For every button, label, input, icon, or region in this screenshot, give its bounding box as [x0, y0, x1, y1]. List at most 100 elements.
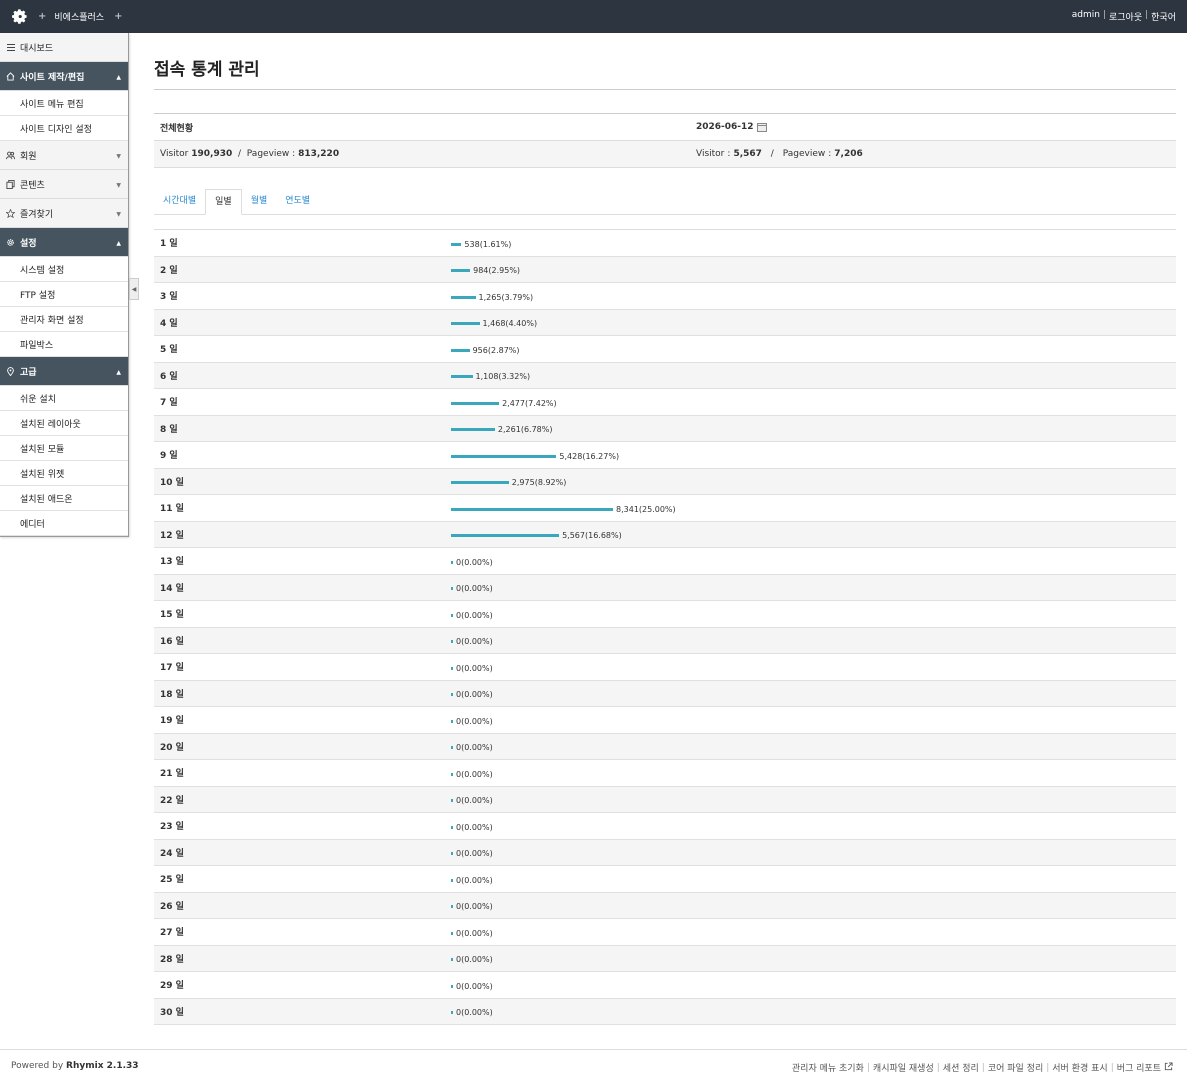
sidebar-sub-admin-settings[interactable]: 관리자 화면 설정 [0, 307, 128, 332]
day-label: 21 일 [160, 769, 184, 780]
site-name-link[interactable]: 비에스플러스 [54, 10, 104, 23]
user-link[interactable]: admin [1072, 10, 1100, 23]
bar [451, 242, 462, 246]
bar-wrap: 0(0.00%) [451, 608, 493, 620]
footer-link-server-env[interactable]: 서버 환경 표시 [1052, 1061, 1107, 1074]
bar-value-label: 2,477(7.42%) [502, 398, 557, 408]
sidebar-sub-site-design[interactable]: 사이트 디자인 설정 [0, 116, 128, 141]
bar-value-label: 0(0.00%) [456, 1008, 493, 1018]
tab-yearly[interactable]: 연도별 [276, 189, 319, 214]
footer-links: 관리자 메뉴 초기화 | 캐시파일 재생성 | 세션 정리 | 코어 파일 정리… [792, 1061, 1173, 1074]
footer-link-reset-menu[interactable]: 관리자 메뉴 초기화 [792, 1061, 864, 1074]
stats-row: 3 일 1,265(3.79%) [154, 283, 1176, 310]
day-label: 29 일 [160, 981, 184, 992]
bar-value-label: 0(0.00%) [456, 637, 493, 647]
sidebar-item-advanced[interactable]: 고급 ▲ [0, 357, 128, 386]
bar-value-label: 0(0.00%) [456, 610, 493, 620]
calendar-icon[interactable] [756, 122, 767, 132]
stats-row: 30 일 0(0.00%) [154, 998, 1176, 1025]
sidebar-sub-editor[interactable]: 에디터 [0, 511, 128, 536]
stats-row: 21 일 0(0.00%) [154, 760, 1176, 787]
stats-row: 26 일 0(0.00%) [154, 892, 1176, 919]
sidebar-item-settings[interactable]: 설정 ▲ [0, 228, 128, 257]
bar [451, 719, 453, 723]
footer-link-clean-core[interactable]: 코어 파일 정리 [988, 1061, 1043, 1074]
slash: / [770, 149, 774, 159]
sidebar-sub-addons[interactable]: 설치된 애드온 [0, 486, 128, 511]
bar-value-label: 984(2.95%) [473, 266, 521, 276]
tab-daily[interactable]: 일별 [205, 189, 242, 215]
stats-row: 28 일 0(0.00%) [154, 945, 1176, 972]
sidebar-item-label: 즐겨찾기 [20, 209, 54, 220]
stats-row: 16 일 0(0.00%) [154, 627, 1176, 654]
sidebar-sub-easy-install[interactable]: 쉬운 설치 [0, 386, 128, 411]
sidebar-collapse-button[interactable]: ◀ [129, 278, 139, 300]
bar [451, 1011, 453, 1015]
footer-link-bug-report[interactable]: 버그 리포트 [1117, 1061, 1161, 1074]
sidebar-item-site-build[interactable]: 사이트 제작/편집 ▲ [0, 62, 128, 91]
sidebar-item-label: 고급 [20, 367, 37, 378]
sidebar-sub-layouts[interactable]: 설치된 레이아웃 [0, 411, 128, 436]
day-label: 17 일 [160, 663, 184, 674]
bar-wrap: 1,108(3.32%) [451, 369, 530, 381]
stats-row: 2 일 984(2.95%) [154, 256, 1176, 283]
bar-wrap: 1,468(4.40%) [451, 316, 537, 328]
tab-monthly[interactable]: 월별 [242, 189, 277, 214]
day-label: 2 일 [160, 265, 178, 276]
sidebar-sub-ftp-settings[interactable]: FTP 설정 [0, 282, 128, 307]
sidebar-sub-site-menu[interactable]: 사이트 메뉴 편집 [0, 91, 128, 116]
day-label: 27 일 [160, 928, 184, 939]
bar-wrap: 0(0.00%) [451, 926, 493, 938]
powered-prefix: Powered by [11, 1061, 64, 1071]
day-label: 3 일 [160, 292, 178, 303]
footer-link-clean-sessions[interactable]: 세션 정리 [943, 1061, 979, 1074]
stats-row: 6 일 1,108(3.32%) [154, 362, 1176, 389]
bar-value-label: 1,108(3.32%) [475, 372, 531, 382]
bar-wrap: 0(0.00%) [451, 740, 493, 752]
sidebar-sub-system-settings[interactable]: 시스템 설정 [0, 257, 128, 282]
tab-hourly[interactable]: 시간대별 [154, 189, 205, 214]
bar-value-label: 0(0.00%) [456, 849, 493, 859]
bar [451, 984, 453, 988]
site-plus-button[interactable]: + [114, 11, 122, 22]
bar [451, 772, 453, 776]
day-label: 9 일 [160, 451, 178, 462]
sidebar-sub-modules[interactable]: 설치된 모듈 [0, 436, 128, 461]
sidebar-item-favorites[interactable]: 즐겨찾기 ▼ [0, 199, 128, 228]
bar [451, 375, 473, 379]
sidebar-item-label: 사이트 제작/편집 [20, 72, 85, 83]
sidebar-item-content[interactable]: 콘텐츠 ▼ [0, 170, 128, 199]
separator: | [866, 1062, 870, 1073]
sidebar-item-dashboard[interactable]: 대시보드 [0, 33, 128, 62]
bar [451, 746, 453, 750]
day-label: 13 일 [160, 557, 184, 568]
bar-value-label: 0(0.00%) [456, 955, 493, 965]
users-icon [6, 151, 15, 160]
sidebar-sub-widgets[interactable]: 설치된 위젯 [0, 461, 128, 486]
sidebar-sub-filebox[interactable]: 파일박스 [0, 332, 128, 357]
home-icon [6, 71, 15, 81]
bar [451, 587, 453, 591]
bar-value-label: 1,468(4.40%) [482, 319, 538, 329]
footer-link-regenerate-cache[interactable]: 캐시파일 재생성 [873, 1061, 934, 1074]
bar [451, 878, 453, 882]
bar [451, 269, 471, 273]
day-label: 1 일 [160, 239, 178, 250]
bar-wrap: 1,265(3.79%) [451, 290, 533, 302]
day-label: 14 일 [160, 583, 184, 594]
day-label: 11 일 [160, 504, 184, 515]
sidebar-item-member[interactable]: 회원 ▼ [0, 141, 128, 170]
powered-name[interactable]: Rhymix 2.1.33 [66, 1061, 139, 1071]
caret-up-icon: ▲ [116, 240, 121, 247]
stats-row: 1 일 538(1.61%) [154, 230, 1176, 257]
day-label: 24 일 [160, 848, 184, 859]
main-content: 접속 통계 관리 전체현황 2026-06-12 Visitor 190,930… [154, 33, 1176, 1025]
gear-icon[interactable] [10, 8, 28, 26]
logout-link[interactable]: 로그아웃 [1109, 10, 1142, 23]
caret-down-icon: ▼ [116, 182, 121, 189]
bar-value-label: 0(0.00%) [456, 875, 493, 885]
sidebar-item-label: 설정 [20, 238, 37, 249]
bar-wrap: 0(0.00%) [451, 634, 493, 646]
stats-row: 11 일 8,341(25.00%) [154, 495, 1176, 522]
language-link[interactable]: 한국어 [1151, 10, 1176, 23]
